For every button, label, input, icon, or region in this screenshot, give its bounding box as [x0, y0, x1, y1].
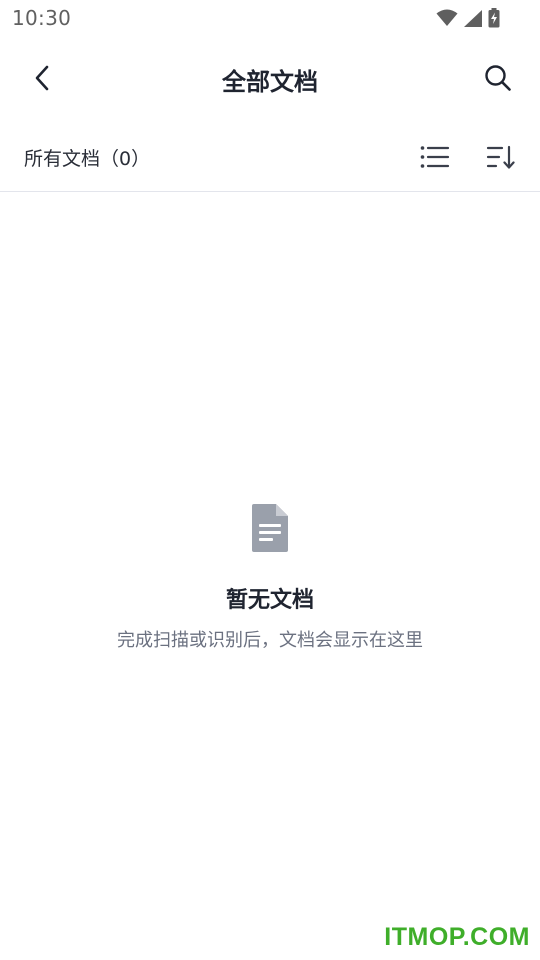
list-view-button[interactable] [415, 140, 455, 174]
list-view-icon [420, 146, 450, 168]
cellular-signal-icon [463, 9, 483, 28]
search-button[interactable] [478, 58, 518, 98]
page-title: 全部文档 [222, 68, 318, 96]
empty-state: 暂无文档 完成扫描或识别后，文档会显示在这里 [0, 500, 540, 652]
battery-charging-icon [488, 8, 500, 28]
title-bar: 全部文档 [0, 44, 540, 114]
document-count-label: 所有文档（0） [24, 148, 151, 170]
filter-row: 所有文档（0） [0, 128, 540, 192]
status-bar: 10:30 [0, 0, 540, 36]
wifi-icon [436, 9, 458, 27]
status-time: 10:30 [12, 6, 72, 30]
empty-title: 暂无文档 [225, 588, 314, 613]
sort-button[interactable] [481, 140, 521, 174]
sort-icon [486, 145, 515, 169]
empty-description: 完成扫描或识别后，文档会显示在这里 [117, 630, 423, 651]
app-screen: 10:30 全部文档 所有文档（0） 暂无文档 完成扫描或识别后，文档会显示在这… [0, 0, 540, 960]
watermark: ITMOP.COM [384, 923, 530, 951]
search-icon [485, 65, 511, 91]
status-icons [436, 7, 500, 29]
document-icon [248, 500, 292, 560]
